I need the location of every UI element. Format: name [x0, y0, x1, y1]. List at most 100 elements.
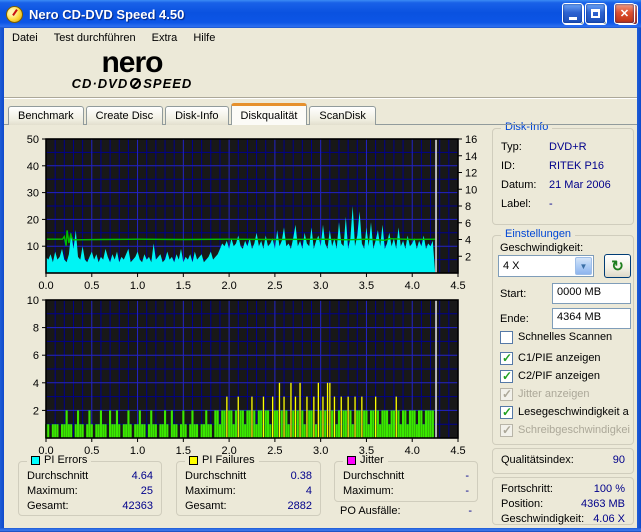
tab-create-disc[interactable]: Create Disc	[85, 106, 164, 125]
checkbox-c1-pie-anzeigen[interactable]: C1/PIE anzeigen	[500, 351, 632, 365]
legend-swatch-icon	[347, 455, 356, 465]
chevron-down-icon[interactable]: ▼	[575, 257, 592, 275]
window-border-right	[637, 28, 641, 532]
tab-disk-info[interactable]: Disk-Info	[165, 106, 229, 125]
checkbox-c2-pif-anzeigen[interactable]: C2/PIF anzeigen	[500, 369, 632, 383]
svg-text:1.5: 1.5	[176, 280, 191, 291]
disk-info-box: Disk-Info Typ: DVD+R ID: RITEK P16 Datum: 21 …	[492, 121, 634, 225]
po-failures-label: PO Ausfälle:	[340, 505, 401, 517]
minimize-button[interactable]	[562, 3, 583, 24]
checkbox-label: Schreibgeschwindigkei	[518, 424, 630, 436]
svg-text:2.5: 2.5	[267, 445, 282, 456]
refresh-icon: ↻	[611, 258, 624, 275]
app-window: Nero CD-DVD Speed 4.50 ✕ Datei Test durch…	[0, 0, 641, 532]
menu-item-datei[interactable]: Datei	[4, 30, 46, 46]
refresh-button[interactable]: ↻	[604, 254, 631, 278]
disk-info-value: -	[549, 198, 553, 210]
tab-scandisk[interactable]: ScanDisk	[309, 106, 376, 125]
window-title: Nero CD-DVD Speed 4.50	[29, 6, 185, 22]
menu-item-hilfe[interactable]: Hilfe	[185, 30, 223, 46]
svg-text:10: 10	[465, 184, 477, 196]
disk-info-value: DVD+R	[549, 141, 587, 153]
svg-text:2: 2	[465, 251, 471, 263]
pi-failures-chart: 2 4 6 8 10 0.0 0.5 1.0 1.5 2.0 2.5 3.0 3.5 4.0 4.5	[27, 295, 466, 456]
progress-value: 100 %	[593, 483, 625, 495]
svg-text:4: 4	[33, 378, 39, 390]
stats-label: Durchschnitt	[27, 470, 89, 482]
menu-item-test-durchf-hren[interactable]: Test durchführen	[46, 30, 144, 46]
svg-text:0.0: 0.0	[38, 445, 53, 456]
checkbox-schnelles-scannen[interactable]: Schnelles Scannen	[500, 330, 632, 344]
stats-label: Maximum:	[185, 485, 236, 497]
disc-logo-icon	[130, 78, 142, 89]
disk-info-value: 21 Mar 2006	[549, 179, 611, 191]
stats-row: Durchschnitt 4.64	[27, 470, 153, 485]
disk-info-row: Datum: 21 Mar 2006	[501, 179, 625, 194]
checkbox-lesegeschwindigkeit-a[interactable]: Lesegeschwindigkeit a	[500, 405, 632, 419]
svg-text:2.0: 2.0	[221, 445, 236, 456]
stats-row: Durchschnitt 0.38	[185, 470, 312, 485]
close-button[interactable]: ✕	[614, 3, 635, 24]
window-border-left	[0, 28, 4, 532]
disk-info-title: Disk-Info	[501, 121, 553, 133]
stats-row: Maximum: 25	[27, 485, 153, 500]
scan-start-input[interactable]: 0000 MB	[552, 283, 631, 304]
po-failures-row: PO Ausfälle: -	[340, 505, 472, 517]
menu-bar: Datei Test durchführen Extra Hilfe	[4, 28, 637, 48]
legend-swatch-icon	[189, 455, 198, 465]
tab-diskqualit-t[interactable]: Diskqualität	[230, 103, 308, 125]
checkbox-box[interactable]	[500, 330, 513, 344]
progress-row: Geschwindigkeit: 4.06 X	[501, 513, 625, 528]
svg-text:4.0: 4.0	[405, 280, 420, 291]
disk-info-label: Typ:	[501, 141, 522, 153]
svg-text:2.0: 2.0	[221, 280, 236, 291]
svg-text:4.5: 4.5	[450, 445, 465, 456]
stats-label: Durchschnitt	[185, 470, 247, 482]
tab-benchmark[interactable]: Benchmark	[8, 106, 84, 125]
stats-label: Maximum:	[27, 485, 78, 497]
svg-text:10: 10	[27, 295, 39, 307]
stats-label: Durchschnitt	[343, 470, 405, 482]
stats-value: -	[465, 470, 469, 482]
svg-text:0.5: 0.5	[84, 280, 99, 291]
svg-text:2.5: 2.5	[267, 280, 282, 291]
title-bar[interactable]: Nero CD-DVD Speed 4.50	[0, 0, 641, 28]
tab-bar: Benchmark Create Disc Disk-Info Diskqualitä…	[8, 103, 378, 125]
progress-label: Geschwindigkeit:	[501, 513, 585, 525]
menu-item-extra[interactable]: Extra	[144, 30, 186, 46]
svg-text:4: 4	[465, 235, 471, 247]
logo-cddvd-text: CD·DVD	[71, 76, 129, 91]
stats-value: 25	[140, 485, 153, 497]
maximize-button[interactable]	[585, 3, 606, 24]
svg-text:8: 8	[33, 323, 39, 335]
svg-text:16: 16	[465, 134, 477, 146]
checkbox-label: Jitter anzeigen	[518, 388, 590, 400]
svg-text:0.0: 0.0	[38, 280, 53, 291]
stats-value: 0.38	[290, 470, 312, 482]
checkbox-box	[500, 387, 513, 401]
scan-end-input[interactable]: 4364 MB	[552, 308, 631, 329]
disk-info-value: RITEK P16	[549, 160, 605, 172]
stats-value: 4.64	[131, 470, 153, 482]
stats-value: 42363	[122, 500, 153, 512]
stats-row: Gesamt: 2882	[185, 500, 312, 515]
po-failures-value: -	[468, 505, 472, 517]
speed-select-value: 4 X	[503, 260, 520, 272]
disk-info-label: Datum:	[501, 179, 537, 191]
checkbox-schreibgeschwindigkei[interactable]: Schreibgeschwindigkei	[500, 423, 632, 437]
stats-label: Gesamt:	[185, 500, 227, 512]
checkbox-box[interactable]	[500, 405, 513, 419]
speed-select[interactable]: 4 X ▼	[498, 255, 594, 277]
stats-row: Durchschnitt -	[343, 470, 469, 485]
checkbox-jitter-anzeigen[interactable]: Jitter anzeigen	[500, 387, 632, 401]
app-icon	[6, 5, 23, 23]
quality-index-box: Qualitätsindex: 90	[492, 448, 634, 474]
stats-box-jitter: Jitter Durchschnitt - Maximum: -	[334, 454, 478, 502]
checkbox-label: Schnelles Scannen	[518, 331, 613, 343]
stats-row: Maximum: -	[343, 485, 469, 500]
svg-text:14: 14	[465, 151, 477, 163]
header-separator	[4, 97, 637, 99]
disk-info-row: Label: -	[501, 198, 625, 213]
checkbox-box[interactable]	[500, 369, 513, 383]
checkbox-box[interactable]	[500, 351, 513, 365]
